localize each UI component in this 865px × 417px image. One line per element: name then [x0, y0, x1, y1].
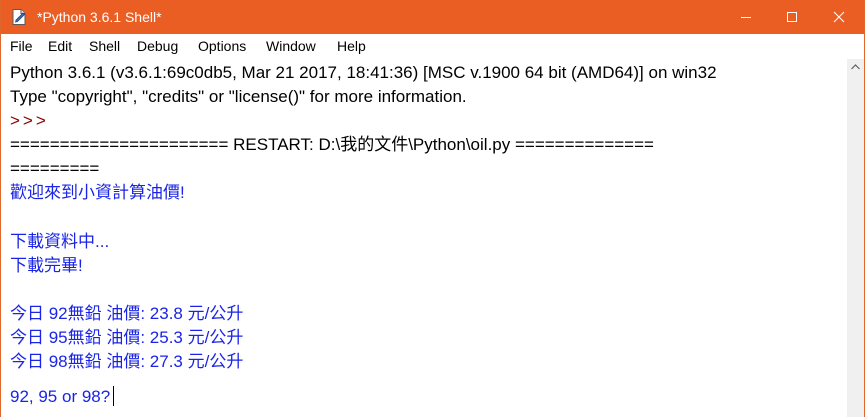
output-download-done: 下載完畢!: [10, 256, 83, 275]
chevron-up-icon: [851, 64, 860, 70]
close-button[interactable]: [816, 0, 862, 34]
scroll-up-button[interactable]: [847, 59, 864, 76]
maximize-icon: [787, 12, 797, 22]
restart-line: ====================== RESTART: D:\我的文件\…: [10, 135, 654, 154]
shell-text-area[interactable]: Python 3.6.1 (v3.6.1:69c0db5, Mar 21 201…: [1, 59, 847, 417]
minimize-icon: [741, 17, 751, 18]
menu-options[interactable]: Options: [198, 38, 246, 55]
maximize-button[interactable]: [769, 0, 815, 34]
python-idle-icon: [12, 9, 26, 25]
menu-edit[interactable]: Edit: [48, 38, 72, 55]
banner-line: Python 3.6.1 (v3.6.1:69c0db5, Mar 21 201…: [10, 63, 717, 82]
restart-line-wrap: =========: [10, 159, 100, 178]
menu-shell[interactable]: Shell: [89, 38, 120, 55]
banner-info-line: Type "copyright", "credits" or "license(…: [10, 87, 467, 106]
output-price-92: 今日 92無鉛 油價: 23.8 元/公升: [10, 304, 244, 323]
shell-prompt: >>>: [10, 111, 49, 130]
idle-shell-window: *Python 3.6.1 Shell* File Edit Shell Deb…: [0, 0, 865, 417]
output-downloading: 下載資料中...: [10, 232, 110, 251]
input-prompt-line[interactable]: 92, 95 or 98?: [10, 386, 115, 408]
input-prompt-text: 92, 95 or 98?: [10, 387, 111, 406]
close-icon: [833, 11, 845, 23]
output-price-98: 今日 98無鉛 油價: 27.3 元/公升: [10, 352, 244, 371]
menu-debug[interactable]: Debug: [137, 38, 178, 55]
text-cursor: [113, 386, 115, 406]
menu-window[interactable]: Window: [266, 38, 316, 55]
output-welcome: 歡迎來到小資計算油價!: [10, 183, 185, 202]
output-price-95: 今日 95無鉛 油價: 25.3 元/公升: [10, 328, 244, 347]
minimize-button[interactable]: [723, 0, 769, 34]
window-title: *Python 3.6.1 Shell*: [37, 9, 162, 25]
menu-file[interactable]: File: [10, 38, 33, 55]
title-bar[interactable]: *Python 3.6.1 Shell*: [1, 0, 864, 34]
vertical-scrollbar[interactable]: [847, 59, 864, 417]
menu-bar: File Edit Shell Debug Options Window Hel…: [1, 34, 864, 59]
menu-help[interactable]: Help: [337, 38, 366, 55]
